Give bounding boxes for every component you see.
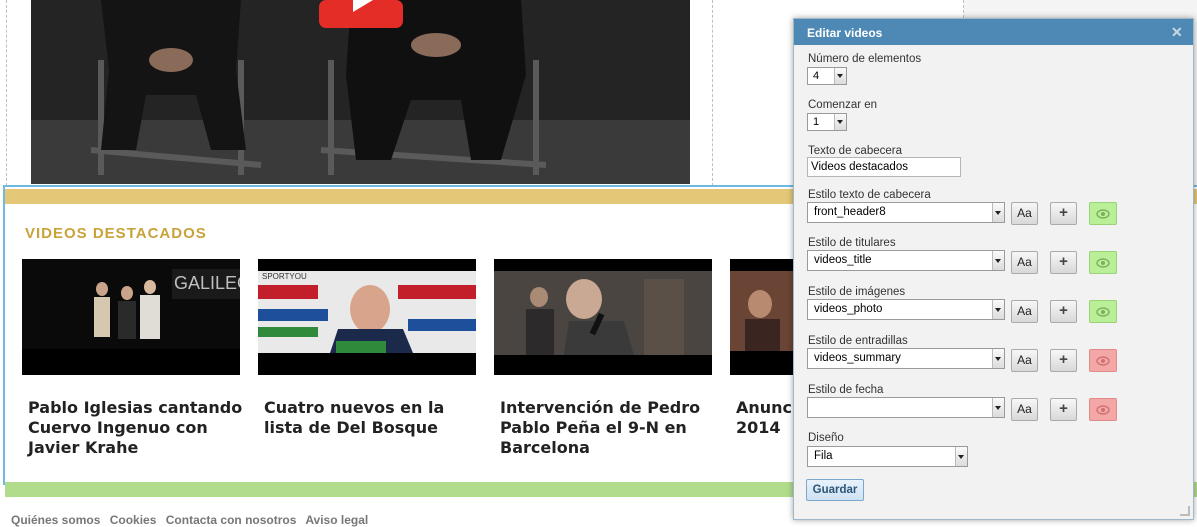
thumbnail-image: GALILEO bbox=[22, 259, 240, 375]
visibility-toggle[interactable] bbox=[1089, 398, 1117, 421]
thumbnail-image bbox=[730, 259, 800, 375]
image-style-value: videos_photo bbox=[814, 303, 883, 315]
title-style-select[interactable]: videos_title bbox=[807, 250, 1005, 271]
date-style-select[interactable] bbox=[807, 397, 1005, 418]
font-style-button[interactable]: Aa bbox=[1011, 202, 1038, 225]
start-select[interactable]: 1 bbox=[807, 113, 847, 131]
divider bbox=[712, 0, 713, 186]
header-text-input[interactable]: Videos destacados bbox=[807, 157, 961, 177]
thumbnail-caption: GALILEO bbox=[174, 273, 240, 293]
eye-icon bbox=[1096, 258, 1110, 268]
add-style-button[interactable]: + bbox=[1050, 300, 1077, 323]
header-style-select[interactable]: front_header8 bbox=[807, 202, 1005, 223]
chevron-down-icon bbox=[992, 203, 1004, 222]
design-label: Diseño bbox=[808, 432, 844, 444]
header-style-label: Estilo texto de cabecera bbox=[808, 189, 931, 201]
num-elements-value: 4 bbox=[813, 70, 820, 82]
chevron-down-icon bbox=[834, 114, 846, 130]
start-label: Comenzar en bbox=[808, 99, 878, 111]
footer-link[interactable]: Aviso legal bbox=[305, 513, 368, 527]
video-frame bbox=[31, 0, 690, 184]
add-style-button[interactable]: + bbox=[1050, 349, 1077, 372]
num-elements-label: Número de elementos bbox=[808, 53, 922, 65]
add-style-button[interactable]: + bbox=[1050, 398, 1077, 421]
eye-icon bbox=[1096, 209, 1110, 219]
thumbnail-image bbox=[494, 259, 712, 375]
num-elements-select[interactable]: 4 bbox=[807, 67, 847, 85]
summary-style-label: Estilo de entradillas bbox=[808, 335, 908, 347]
date-style-label: Estilo de fecha bbox=[808, 384, 884, 396]
divider bbox=[6, 0, 7, 186]
footer-links: Quiénes somos Cookies Contacta con nosot… bbox=[11, 513, 374, 527]
footer-link[interactable]: Quiénes somos bbox=[11, 513, 100, 527]
close-icon[interactable]: ✕ bbox=[1171, 25, 1183, 39]
visibility-toggle[interactable] bbox=[1089, 300, 1117, 323]
visibility-toggle[interactable] bbox=[1089, 202, 1117, 225]
eye-icon bbox=[1096, 307, 1110, 317]
eye-icon bbox=[1096, 405, 1110, 415]
video-thumbnail[interactable] bbox=[494, 259, 712, 375]
chevron-down-icon bbox=[992, 300, 1004, 319]
footer-link[interactable]: Contacta con nosotros bbox=[166, 513, 297, 527]
add-style-button[interactable]: + bbox=[1050, 202, 1077, 225]
footer-link[interactable]: Cookies bbox=[110, 513, 157, 527]
video-thumbnail[interactable]: SPORTYOU bbox=[258, 259, 476, 375]
image-style-select[interactable]: videos_photo bbox=[807, 299, 1005, 320]
eye-icon bbox=[1096, 356, 1110, 366]
title-style-label: Estilo de titulares bbox=[808, 237, 896, 249]
chevron-down-icon bbox=[992, 349, 1004, 368]
section-title: VIDEOS DESTACADOS bbox=[25, 225, 207, 242]
image-style-label: Estilo de imágenes bbox=[808, 286, 906, 298]
visibility-toggle[interactable] bbox=[1089, 251, 1117, 274]
video-thumbnail[interactable]: GALILEO bbox=[22, 259, 240, 375]
video-player[interactable] bbox=[31, 0, 690, 184]
font-style-button[interactable]: Aa bbox=[1011, 300, 1038, 323]
summary-style-select[interactable]: videos_summary bbox=[807, 348, 1005, 369]
start-value: 1 bbox=[813, 116, 820, 128]
header-text-label: Texto de cabecera bbox=[808, 145, 902, 157]
chevron-down-icon bbox=[834, 68, 846, 84]
thumbnail-image: SPORTYOU bbox=[258, 259, 476, 375]
visibility-toggle[interactable] bbox=[1089, 349, 1117, 372]
design-value: Fila bbox=[814, 450, 833, 462]
edit-videos-dialog: Editar videos ✕ Número de elementos 4 Co… bbox=[793, 18, 1194, 520]
chevron-down-icon bbox=[992, 251, 1004, 270]
header-style-value: front_header8 bbox=[814, 206, 886, 218]
resize-grip-icon[interactable] bbox=[1180, 506, 1190, 516]
chevron-down-icon bbox=[955, 447, 967, 466]
summary-style-value: videos_summary bbox=[814, 352, 901, 364]
thumbnail-caption: SPORTYOU bbox=[262, 272, 307, 281]
video-thumbnail[interactable] bbox=[730, 259, 800, 375]
font-style-button[interactable]: Aa bbox=[1011, 398, 1038, 421]
font-style-button[interactable]: Aa bbox=[1011, 251, 1038, 274]
title-style-value: videos_title bbox=[814, 254, 872, 266]
video-title[interactable]: Cuatro nuevos en la lista de Del Bosque bbox=[264, 398, 479, 438]
design-select[interactable]: Fila bbox=[807, 446, 968, 467]
font-style-button[interactable]: Aa bbox=[1011, 349, 1038, 372]
video-title[interactable]: Intervención de Pedro Pablo Peña el 9-N … bbox=[500, 398, 715, 458]
dialog-title[interactable]: Editar videos bbox=[794, 19, 1193, 45]
add-style-button[interactable]: + bbox=[1050, 251, 1077, 274]
video-title[interactable]: Pablo Iglesias cantando Cuervo Ingenuo c… bbox=[28, 398, 243, 458]
save-button[interactable]: Guardar bbox=[806, 479, 864, 501]
video-title[interactable]: Anuncio 2014 bbox=[736, 398, 796, 438]
chevron-down-icon bbox=[992, 398, 1004, 417]
